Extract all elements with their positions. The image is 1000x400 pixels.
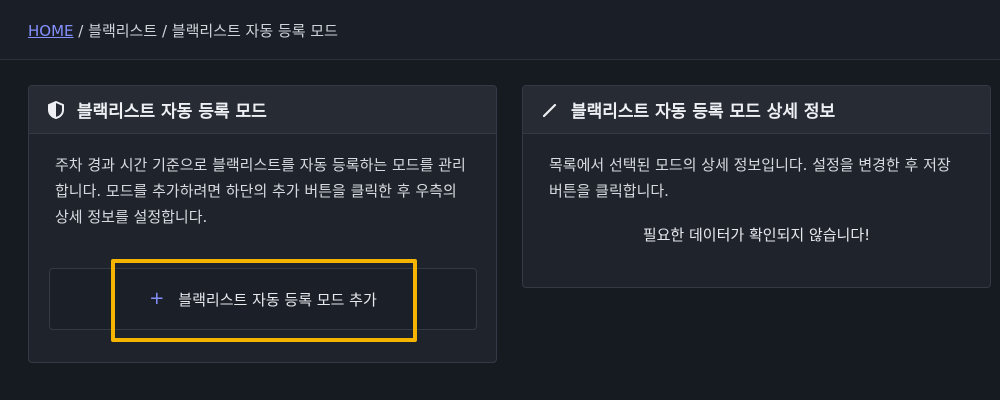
breadcrumb-item-blacklist: 블랙리스트 (88, 22, 158, 40)
breadcrumb-separator: / (78, 22, 84, 40)
card-header: 블랙리스트 자동 등록 모드 (29, 86, 496, 134)
card-title: 블랙리스트 자동 등록 모드 상세 정보 (571, 102, 836, 122)
breadcrumb: HOME / 블랙리스트 / 블랙리스트 자동 등록 모드 (0, 0, 1000, 60)
card-description: 주차 경과 시간 기준으로 블랙리스트를 자동 등록하는 모드를 관리합니다. … (55, 156, 466, 226)
breadcrumb-separator: / (161, 22, 167, 40)
mode-detail-card: 블랙리스트 자동 등록 모드 상세 정보 목록에서 선택된 모드의 상세 정보입… (522, 85, 991, 288)
breadcrumb-home-link[interactable]: HOME (28, 22, 74, 40)
card-title: 블랙리스트 자동 등록 모드 (77, 102, 267, 122)
add-mode-button[interactable]: + 블랙리스트 자동 등록 모드 추가 (50, 269, 476, 329)
card-description: 목록에서 선택된 모드의 상세 정보입니다. 설정을 변경한 후 저장 버튼을 … (549, 156, 951, 200)
shield-half-icon (47, 100, 65, 119)
auto-register-mode-card: 블랙리스트 자동 등록 모드 주차 경과 시간 기준으로 블랙리스트를 자동 등… (28, 85, 497, 363)
pencil-icon (541, 101, 559, 119)
plus-icon: + (149, 288, 165, 309)
add-mode-button-label: 블랙리스트 자동 등록 모드 추가 (178, 290, 377, 309)
breadcrumb-item-current: 블랙리스트 자동 등록 모드 (171, 22, 338, 40)
empty-data-notice: 필요한 데이터가 확인되지 않습니다! (642, 226, 871, 244)
add-mode-container: + 블랙리스트 자동 등록 모드 추가 (49, 268, 477, 330)
card-header: 블랙리스트 자동 등록 모드 상세 정보 (523, 86, 990, 134)
